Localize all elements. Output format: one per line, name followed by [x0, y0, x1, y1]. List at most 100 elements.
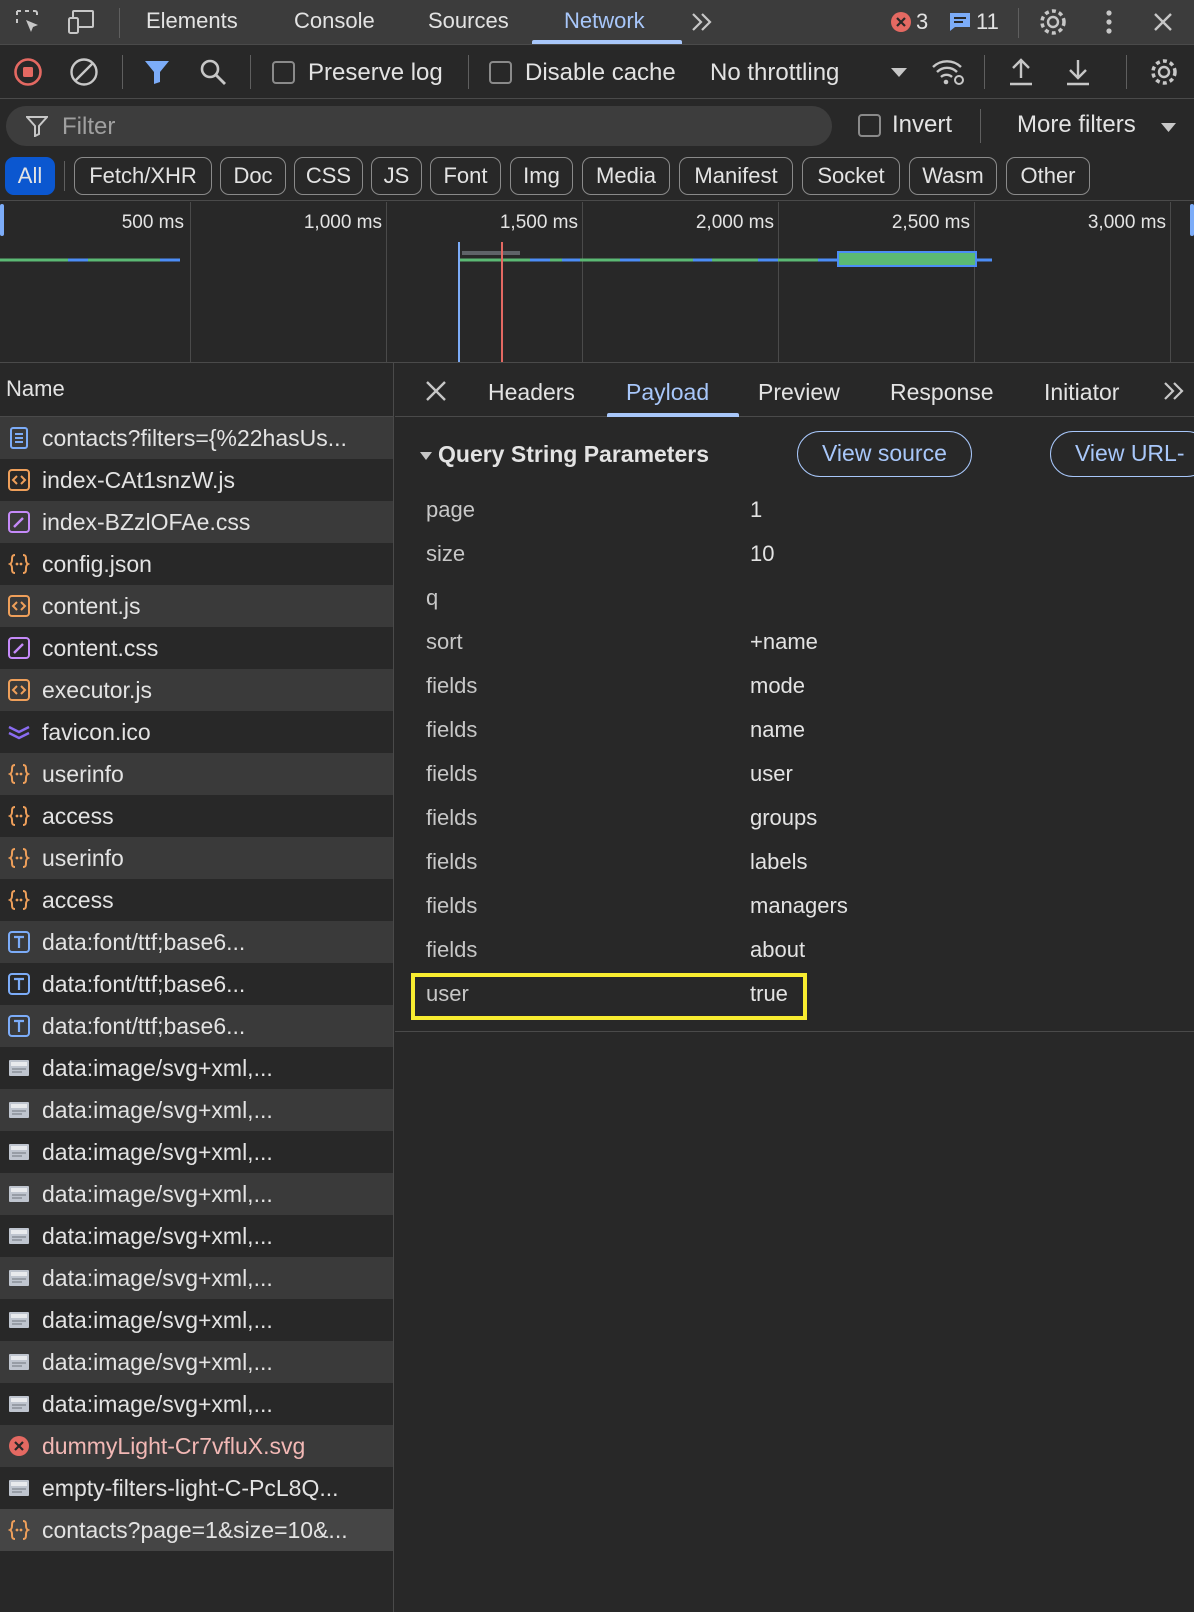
more-detail-tabs-chevron-icon[interactable] — [1161, 380, 1187, 402]
network-conditions-wifi-icon[interactable] — [931, 55, 965, 89]
network-settings-gear-icon[interactable] — [1147, 55, 1181, 89]
chip-img[interactable]: Img — [510, 157, 573, 195]
chip-js[interactable]: JS — [371, 157, 422, 195]
inspect-element-icon[interactable] — [12, 6, 44, 38]
filter-funnel-icon[interactable] — [140, 55, 174, 89]
clear-log-icon[interactable] — [67, 55, 101, 89]
disable-cache-label[interactable]: Disable cache — [525, 59, 676, 87]
chip-manifest[interactable]: Manifest — [679, 157, 793, 195]
close-devtools-icon[interactable] — [1147, 6, 1179, 38]
query-parameter-row[interactable]: fields labels — [395, 839, 1194, 883]
tab-network[interactable]: Network — [564, 0, 645, 45]
message-count-badge[interactable]: 11 — [948, 5, 999, 39]
export-har-download-icon[interactable] — [1061, 55, 1095, 89]
invert-label[interactable]: Invert — [892, 111, 952, 139]
search-icon[interactable] — [196, 55, 230, 89]
request-row[interactable]: contacts?filters={%22hasUs... — [0, 417, 393, 459]
request-row[interactable]: data:image/svg+xml,... — [0, 1089, 393, 1131]
query-parameter-row[interactable]: q — [395, 575, 1194, 619]
query-string-parameters-title[interactable]: Query String Parameters — [438, 441, 709, 468]
request-row[interactable]: userinfo — [0, 753, 393, 795]
throttling-select[interactable]: No throttling — [710, 59, 839, 87]
chip-doc[interactable]: Doc — [220, 157, 286, 195]
request-row[interactable]: empty-filters-light-C-PcL8Q... — [0, 1467, 393, 1509]
more-tabs-chevron-icon[interactable] — [686, 6, 718, 38]
request-row[interactable]: userinfo — [0, 837, 393, 879]
request-row[interactable]: dummyLight-Cr7vfluX.svg — [0, 1425, 393, 1467]
tab-initiator[interactable]: Initiator — [1044, 363, 1119, 417]
request-row[interactable]: content.css — [0, 627, 393, 669]
tab-console[interactable]: Console — [294, 0, 375, 45]
query-parameter-row[interactable]: fields groups — [395, 795, 1194, 839]
query-parameter-row[interactable]: fields about — [395, 927, 1194, 971]
request-row[interactable]: data:image/svg+xml,... — [0, 1131, 393, 1173]
request-row[interactable]: executor.js — [0, 669, 393, 711]
request-row[interactable]: data:font/ttf;base6... — [0, 1005, 393, 1047]
query-parameter-row[interactable]: page 1 — [395, 487, 1194, 531]
tab-elements[interactable]: Elements — [146, 0, 238, 45]
filter-input[interactable]: Filter — [6, 106, 832, 146]
request-row[interactable]: contacts?page=1&size=10&... — [0, 1509, 393, 1551]
query-parameter-row[interactable]: fields mode — [395, 663, 1194, 707]
device-toolbar-icon[interactable] — [66, 6, 98, 38]
settings-gear-icon[interactable] — [1037, 6, 1069, 38]
name-column-header[interactable]: Name — [0, 363, 393, 417]
query-parameter-row[interactable]: fields user — [395, 751, 1194, 795]
request-row[interactable]: data:font/ttf;base6... — [0, 963, 393, 1005]
chip-font[interactable]: Font — [430, 157, 501, 195]
chip-wasm[interactable]: Wasm — [909, 157, 997, 195]
disable-cache-checkbox[interactable] — [489, 61, 512, 84]
more-filters-button[interactable]: More filters — [1017, 111, 1136, 139]
request-row[interactable]: data:font/ttf;base6... — [0, 921, 393, 963]
js-file-icon — [8, 469, 30, 491]
query-parameter-row[interactable]: size 10 — [395, 531, 1194, 575]
request-row[interactable]: access — [0, 795, 393, 837]
chip-media[interactable]: Media — [582, 157, 670, 195]
request-row[interactable]: favicon.ico — [0, 711, 393, 753]
request-row[interactable]: access — [0, 879, 393, 921]
import-har-upload-icon[interactable] — [1004, 55, 1038, 89]
section-collapse-triangle-icon[interactable] — [419, 451, 433, 461]
view-source-button[interactable]: View source — [797, 431, 972, 477]
request-row[interactable]: data:image/svg+xml,... — [0, 1173, 393, 1215]
request-row[interactable]: data:image/svg+xml,... — [0, 1299, 393, 1341]
request-row[interactable]: index-BZzlOFAe.css — [0, 501, 393, 543]
stop-recording-icon[interactable] — [11, 55, 45, 89]
request-row[interactable]: data:image/svg+xml,... — [0, 1047, 393, 1089]
request-row[interactable]: data:image/svg+xml,... — [0, 1341, 393, 1383]
tab-payload[interactable]: Payload — [626, 363, 709, 417]
query-parameter-row[interactable]: sort +name — [395, 619, 1194, 663]
close-detail-icon[interactable] — [425, 380, 447, 402]
request-name: contacts?page=1&size=10&... — [42, 1517, 348, 1543]
throttling-dropdown-icon[interactable] — [882, 55, 916, 89]
chip-socket[interactable]: Socket — [802, 157, 900, 195]
chip-other[interactable]: Other — [1006, 157, 1090, 195]
request-row[interactable]: data:image/svg+xml,... — [0, 1257, 393, 1299]
chip-css[interactable]: CSS — [294, 157, 363, 195]
request-row[interactable]: content.js — [0, 585, 393, 627]
error-count-badge[interactable]: 3 — [890, 5, 928, 39]
query-parameter-row[interactable]: fields name — [395, 707, 1194, 751]
request-row[interactable]: index-CAt1snzW.js — [0, 459, 393, 501]
more-options-vertical-icon[interactable] — [1093, 6, 1125, 38]
network-overview-timeline[interactable]: 500 ms 1,000 ms 1,500 ms 2,000 ms 2,500 … — [0, 202, 1194, 363]
request-row[interactable]: config.json — [0, 543, 393, 585]
tab-response[interactable]: Response — [890, 363, 994, 417]
parameter-value: about — [750, 937, 806, 962]
tab-sources[interactable]: Sources — [428, 0, 509, 45]
tab-headers[interactable]: Headers — [488, 363, 575, 417]
query-parameter-row[interactable]: fields managers — [395, 883, 1194, 927]
tab-preview[interactable]: Preview — [758, 363, 840, 417]
message-icon — [950, 13, 970, 31]
request-row[interactable]: data:image/svg+xml,... — [0, 1383, 393, 1425]
more-filters-dropdown-icon[interactable] — [1160, 121, 1177, 133]
chip-fetch-xhr[interactable]: Fetch/XHR — [74, 157, 212, 195]
request-name: data:font/ttf;base6... — [42, 929, 246, 955]
view-url-encoded-button[interactable]: View URL- — [1050, 431, 1194, 477]
chip-all[interactable]: All — [5, 157, 55, 195]
invert-checkbox[interactable] — [858, 114, 881, 137]
request-name: userinfo — [42, 845, 124, 871]
preserve-log-label[interactable]: Preserve log — [308, 59, 443, 87]
request-row[interactable]: data:image/svg+xml,... — [0, 1215, 393, 1257]
preserve-log-checkbox[interactable] — [272, 61, 295, 84]
